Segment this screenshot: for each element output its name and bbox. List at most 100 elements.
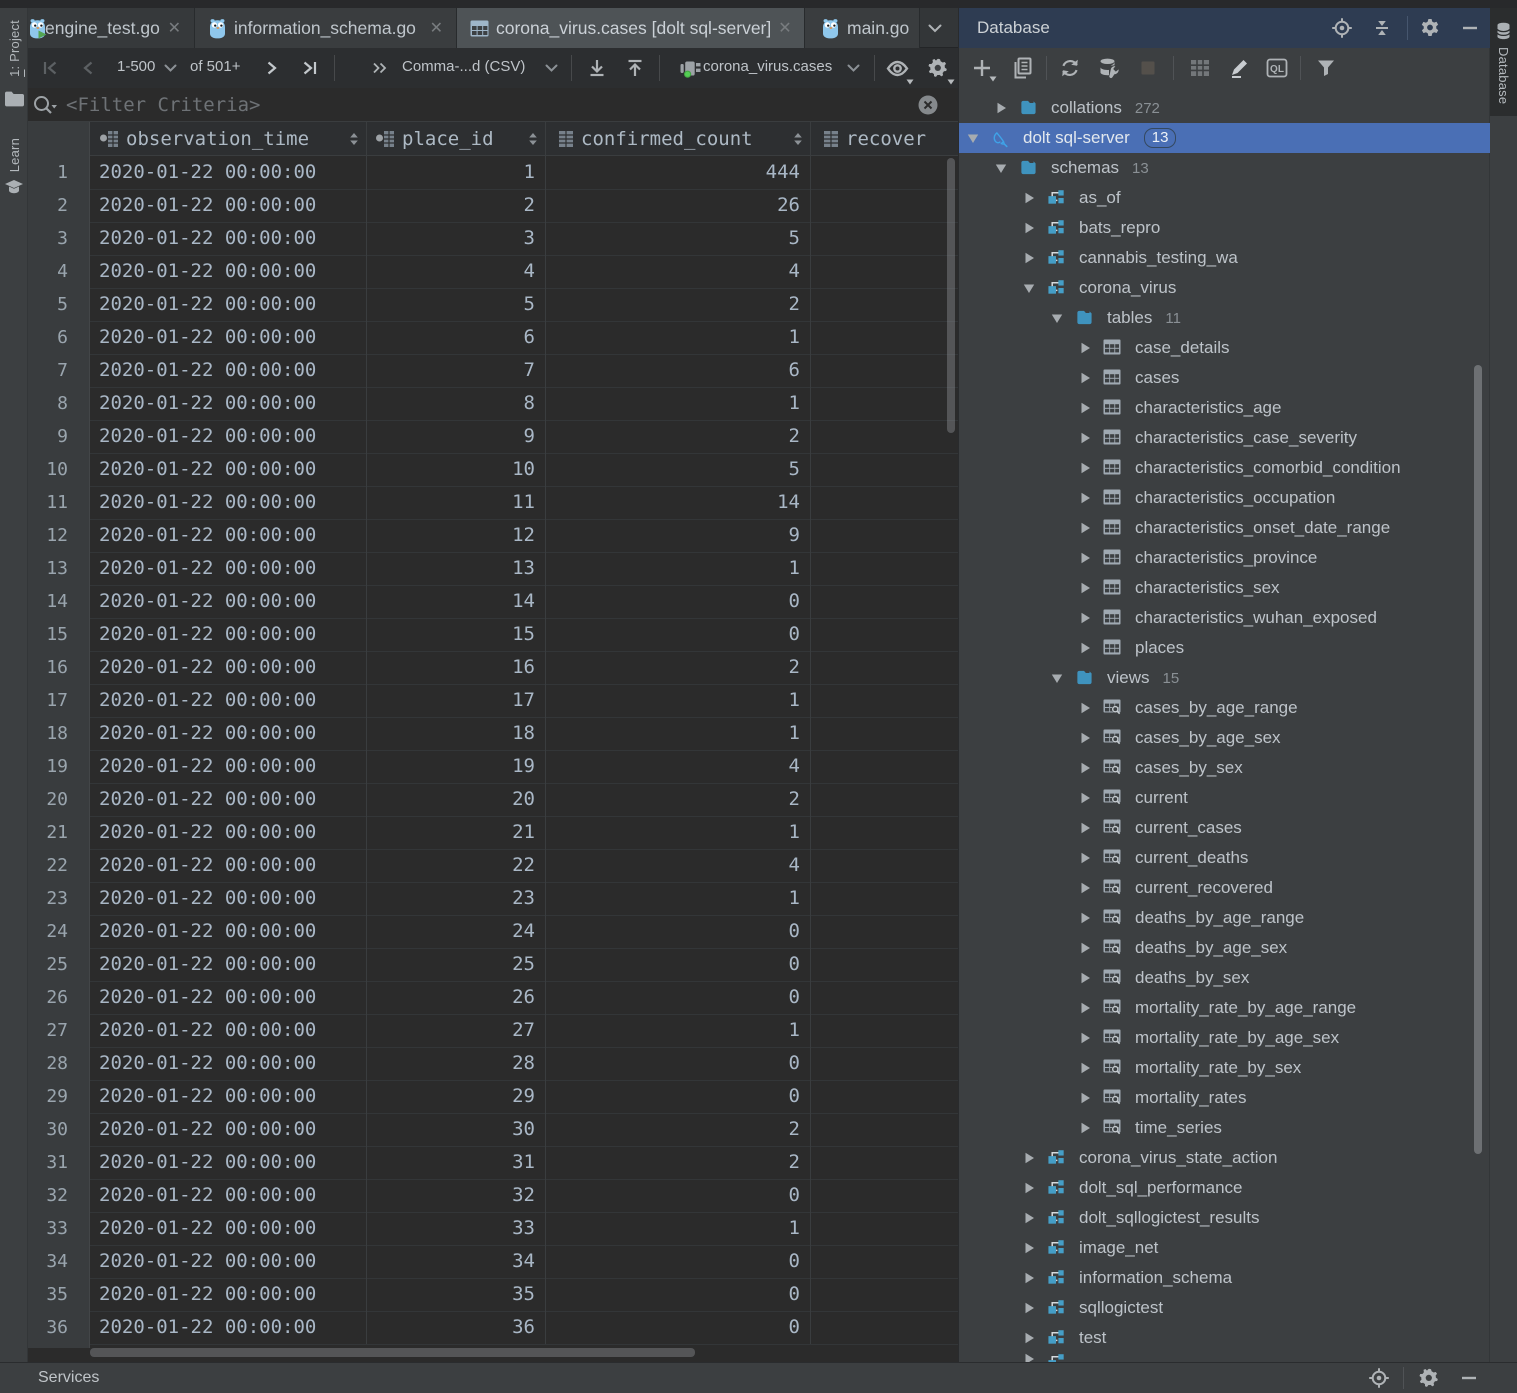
collapsed-arrow-icon[interactable] [1079,822,1091,834]
open-table-button[interactable] [1187,56,1213,80]
cell-confirmed-count[interactable]: 5 [545,222,800,255]
column-header-recover[interactable]: recover [819,122,955,156]
cell-place-id[interactable]: 1 [366,156,535,189]
cell-confirmed-count[interactable]: 0 [545,915,800,948]
collapsed-arrow-icon[interactable] [1079,1032,1091,1044]
collapsed-arrow-icon[interactable] [1079,732,1091,744]
cell-confirmed-count[interactable]: 1 [545,1014,800,1047]
cell-place-id[interactable]: 26 [366,981,535,1014]
cell-confirmed-count[interactable]: 5 [545,453,800,486]
hide-panel-icon[interactable] [1458,17,1482,39]
panel-settings-icon[interactable] [1418,17,1442,39]
cell-observation-time[interactable]: 2020-01-22 00:00:00 [99,1311,316,1344]
cell-observation-time[interactable]: 2020-01-22 00:00:00 [99,1212,316,1245]
cell-confirmed-count[interactable]: 2 [545,783,800,816]
cell-observation-time[interactable]: 2020-01-22 00:00:00 [99,354,316,387]
column-header-confirmed_count[interactable]: confirmed_count [554,122,807,156]
filter-row[interactable]: <Filter Criteria> [28,88,958,122]
cell-place-id[interactable]: 23 [366,882,535,915]
collapsed-arrow-icon[interactable] [1023,1272,1035,1284]
tree-item-characteristics_province[interactable]: characteristics_province [959,543,1490,573]
cell-confirmed-count[interactable]: 2 [545,288,800,321]
cell-confirmed-count[interactable]: 2 [545,1113,800,1146]
tree-item-dolt_sql_performance[interactable]: dolt_sql_performance [959,1173,1490,1203]
column-header-place_id[interactable]: place_id [375,122,542,156]
tab-close-icon[interactable]: ✕ [168,18,181,38]
view-options-button[interactable] [882,53,912,83]
hidden-toolbar-items-chevron[interactable] [365,53,395,83]
cell-place-id[interactable]: 17 [366,684,535,717]
cell-confirmed-count[interactable]: 2 [545,420,800,453]
tree-item-partial[interactable] [959,1353,1490,1362]
cell-place-id[interactable]: 3 [366,222,535,255]
collapsed-arrow-icon[interactable] [1079,1002,1091,1014]
tree-item-current_recovered[interactable]: current_recovered [959,873,1490,903]
cell-confirmed-count[interactable]: 0 [545,1179,800,1212]
cell-observation-time[interactable]: 2020-01-22 00:00:00 [99,156,316,189]
expanded-arrow-icon[interactable] [967,132,979,144]
cell-place-id[interactable]: 18 [366,717,535,750]
collapse-all-icon[interactable] [1370,17,1394,39]
cell-observation-time[interactable]: 2020-01-22 00:00:00 [99,651,316,684]
tree-item-bats_repro[interactable]: bats_repro [959,213,1490,243]
cell-observation-time[interactable]: 2020-01-22 00:00:00 [99,321,316,354]
cell-observation-time[interactable]: 2020-01-22 00:00:00 [99,882,316,915]
cell-confirmed-count[interactable]: 2 [545,1146,800,1179]
cell-observation-time[interactable]: 2020-01-22 00:00:00 [99,387,316,420]
cell-place-id[interactable]: 28 [366,1047,535,1080]
cell-observation-time[interactable]: 2020-01-22 00:00:00 [99,750,316,783]
cell-observation-time[interactable]: 2020-01-22 00:00:00 [99,1113,316,1146]
collapsed-arrow-icon[interactable] [1079,972,1091,984]
collapsed-arrow-icon[interactable] [1079,702,1091,714]
tree-item-current_deaths[interactable]: current_deaths [959,843,1490,873]
cell-observation-time[interactable]: 2020-01-22 00:00:00 [99,849,316,882]
tree-item-schemas[interactable]: schemas13 [959,153,1490,183]
services-locate-icon[interactable] [1367,1367,1391,1389]
sort-icon[interactable] [528,132,538,146]
collapsed-arrow-icon[interactable] [1079,1092,1091,1104]
tree-item-characteristics_age[interactable]: characteristics_age [959,393,1490,423]
cell-place-id[interactable]: 10 [366,453,535,486]
collapsed-arrow-icon[interactable] [1079,342,1091,354]
cell-observation-time[interactable]: 2020-01-22 00:00:00 [99,420,316,453]
collapsed-arrow-icon[interactable] [1079,612,1091,624]
tree-item-places[interactable]: places [959,633,1490,663]
stripe-button-learn[interactable]: Learn [0,138,28,195]
page-range-label[interactable]: 1-500 [117,58,155,75]
cell-place-id[interactable]: 31 [366,1146,535,1179]
tree-item-as_of[interactable]: as_of [959,183,1490,213]
cell-confirmed-count[interactable]: 0 [545,1245,800,1278]
collapsed-arrow-icon[interactable] [1079,912,1091,924]
sort-icon[interactable] [349,132,359,146]
cell-confirmed-count[interactable]: 14 [545,486,800,519]
collapsed-arrow-icon[interactable] [1079,372,1091,384]
tree-item-corona_virus_state_action[interactable]: corona_virus_state_action [959,1143,1490,1173]
cell-place-id[interactable]: 24 [366,915,535,948]
collapsed-arrow-icon[interactable] [1079,492,1091,504]
tree-vscrollbar[interactable] [1474,365,1482,1154]
collapsed-arrow-icon[interactable] [1079,792,1091,804]
tree-item-information_schema[interactable]: information_schema [959,1263,1490,1293]
cell-place-id[interactable]: 20 [366,783,535,816]
cell-confirmed-count[interactable]: 1 [545,387,800,420]
tree-item-cases_by_sex[interactable]: cases_by_sex [959,753,1490,783]
tree-item-time_series[interactable]: time_series [959,1113,1490,1143]
sort-icon[interactable] [793,132,803,146]
cell-confirmed-count[interactable]: 1 [545,717,800,750]
tree-item-cases_by_age_sex[interactable]: cases_by_age_sex [959,723,1490,753]
cell-observation-time[interactable]: 2020-01-22 00:00:00 [99,1080,316,1113]
cell-confirmed-count[interactable]: 6 [545,354,800,387]
cell-confirmed-count[interactable]: 444 [545,156,800,189]
filter-button[interactable] [1313,56,1339,80]
services-bar[interactable]: Services [0,1362,1517,1393]
cell-confirmed-count[interactable]: 1 [545,816,800,849]
cell-observation-time[interactable]: 2020-01-22 00:00:00 [99,1278,316,1311]
stripe-button-database[interactable]: Database [1490,8,1517,116]
export-format-chevron-icon[interactable] [536,53,566,83]
cell-observation-time[interactable]: 2020-01-22 00:00:00 [99,486,316,519]
collapsed-arrow-icon[interactable] [1023,1302,1035,1314]
grid-vscrollbar[interactable] [947,158,955,433]
collapsed-arrow-icon[interactable] [1079,432,1091,444]
cell-confirmed-count[interactable]: 0 [545,1080,800,1113]
tree-item-deaths_by_age_range[interactable]: deaths_by_age_range [959,903,1490,933]
